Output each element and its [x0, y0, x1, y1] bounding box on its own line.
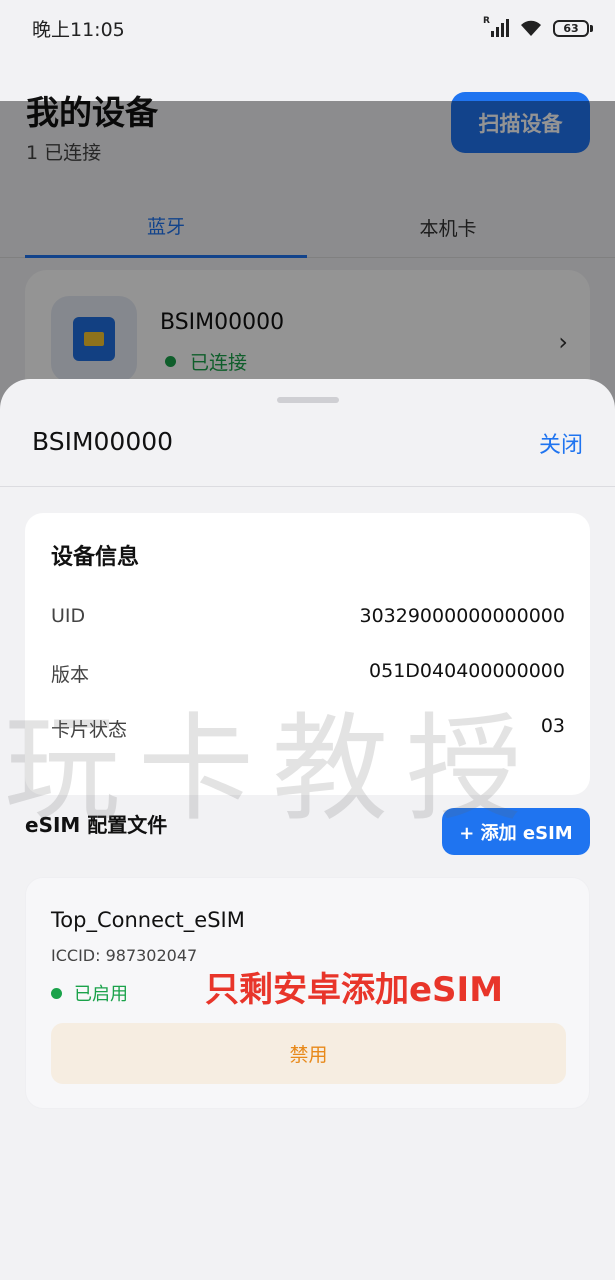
- info-value: 30329000000000000: [359, 605, 565, 627]
- device-info-heading: 设备信息: [51, 545, 140, 570]
- profile-status: 已启用: [51, 980, 128, 1006]
- battery-icon: 63: [553, 19, 593, 37]
- annotation-text: 只剩安卓添加eSIM: [205, 970, 504, 1010]
- info-row-uid: UID 30329000000000000: [51, 605, 565, 627]
- sheet-header: BSIM00000 关闭: [0, 379, 615, 487]
- profile-name: Top_Connect_eSIM: [51, 908, 245, 932]
- status-dot-icon: [51, 987, 62, 999]
- profile-iccid: ICCID: 987302047: [51, 946, 198, 965]
- sheet-title: BSIM00000: [32, 427, 174, 456]
- watermark: 玩卡教授: [4, 702, 540, 837]
- profile-status-label: 已启用: [74, 984, 128, 1005]
- status-icons: R 63: [483, 16, 593, 37]
- signal-icon: R: [483, 16, 509, 37]
- info-key: UID: [51, 605, 86, 627]
- disable-profile-button[interactable]: 禁用: [51, 1023, 566, 1084]
- battery-level: 63: [553, 19, 589, 37]
- roaming-label: R: [483, 16, 490, 26]
- status-bar: 晚上11:05 R 63: [0, 0, 615, 56]
- wifi-icon: [519, 19, 543, 37]
- close-button[interactable]: 关闭: [539, 427, 583, 459]
- status-time: 晚上11:05: [32, 18, 125, 41]
